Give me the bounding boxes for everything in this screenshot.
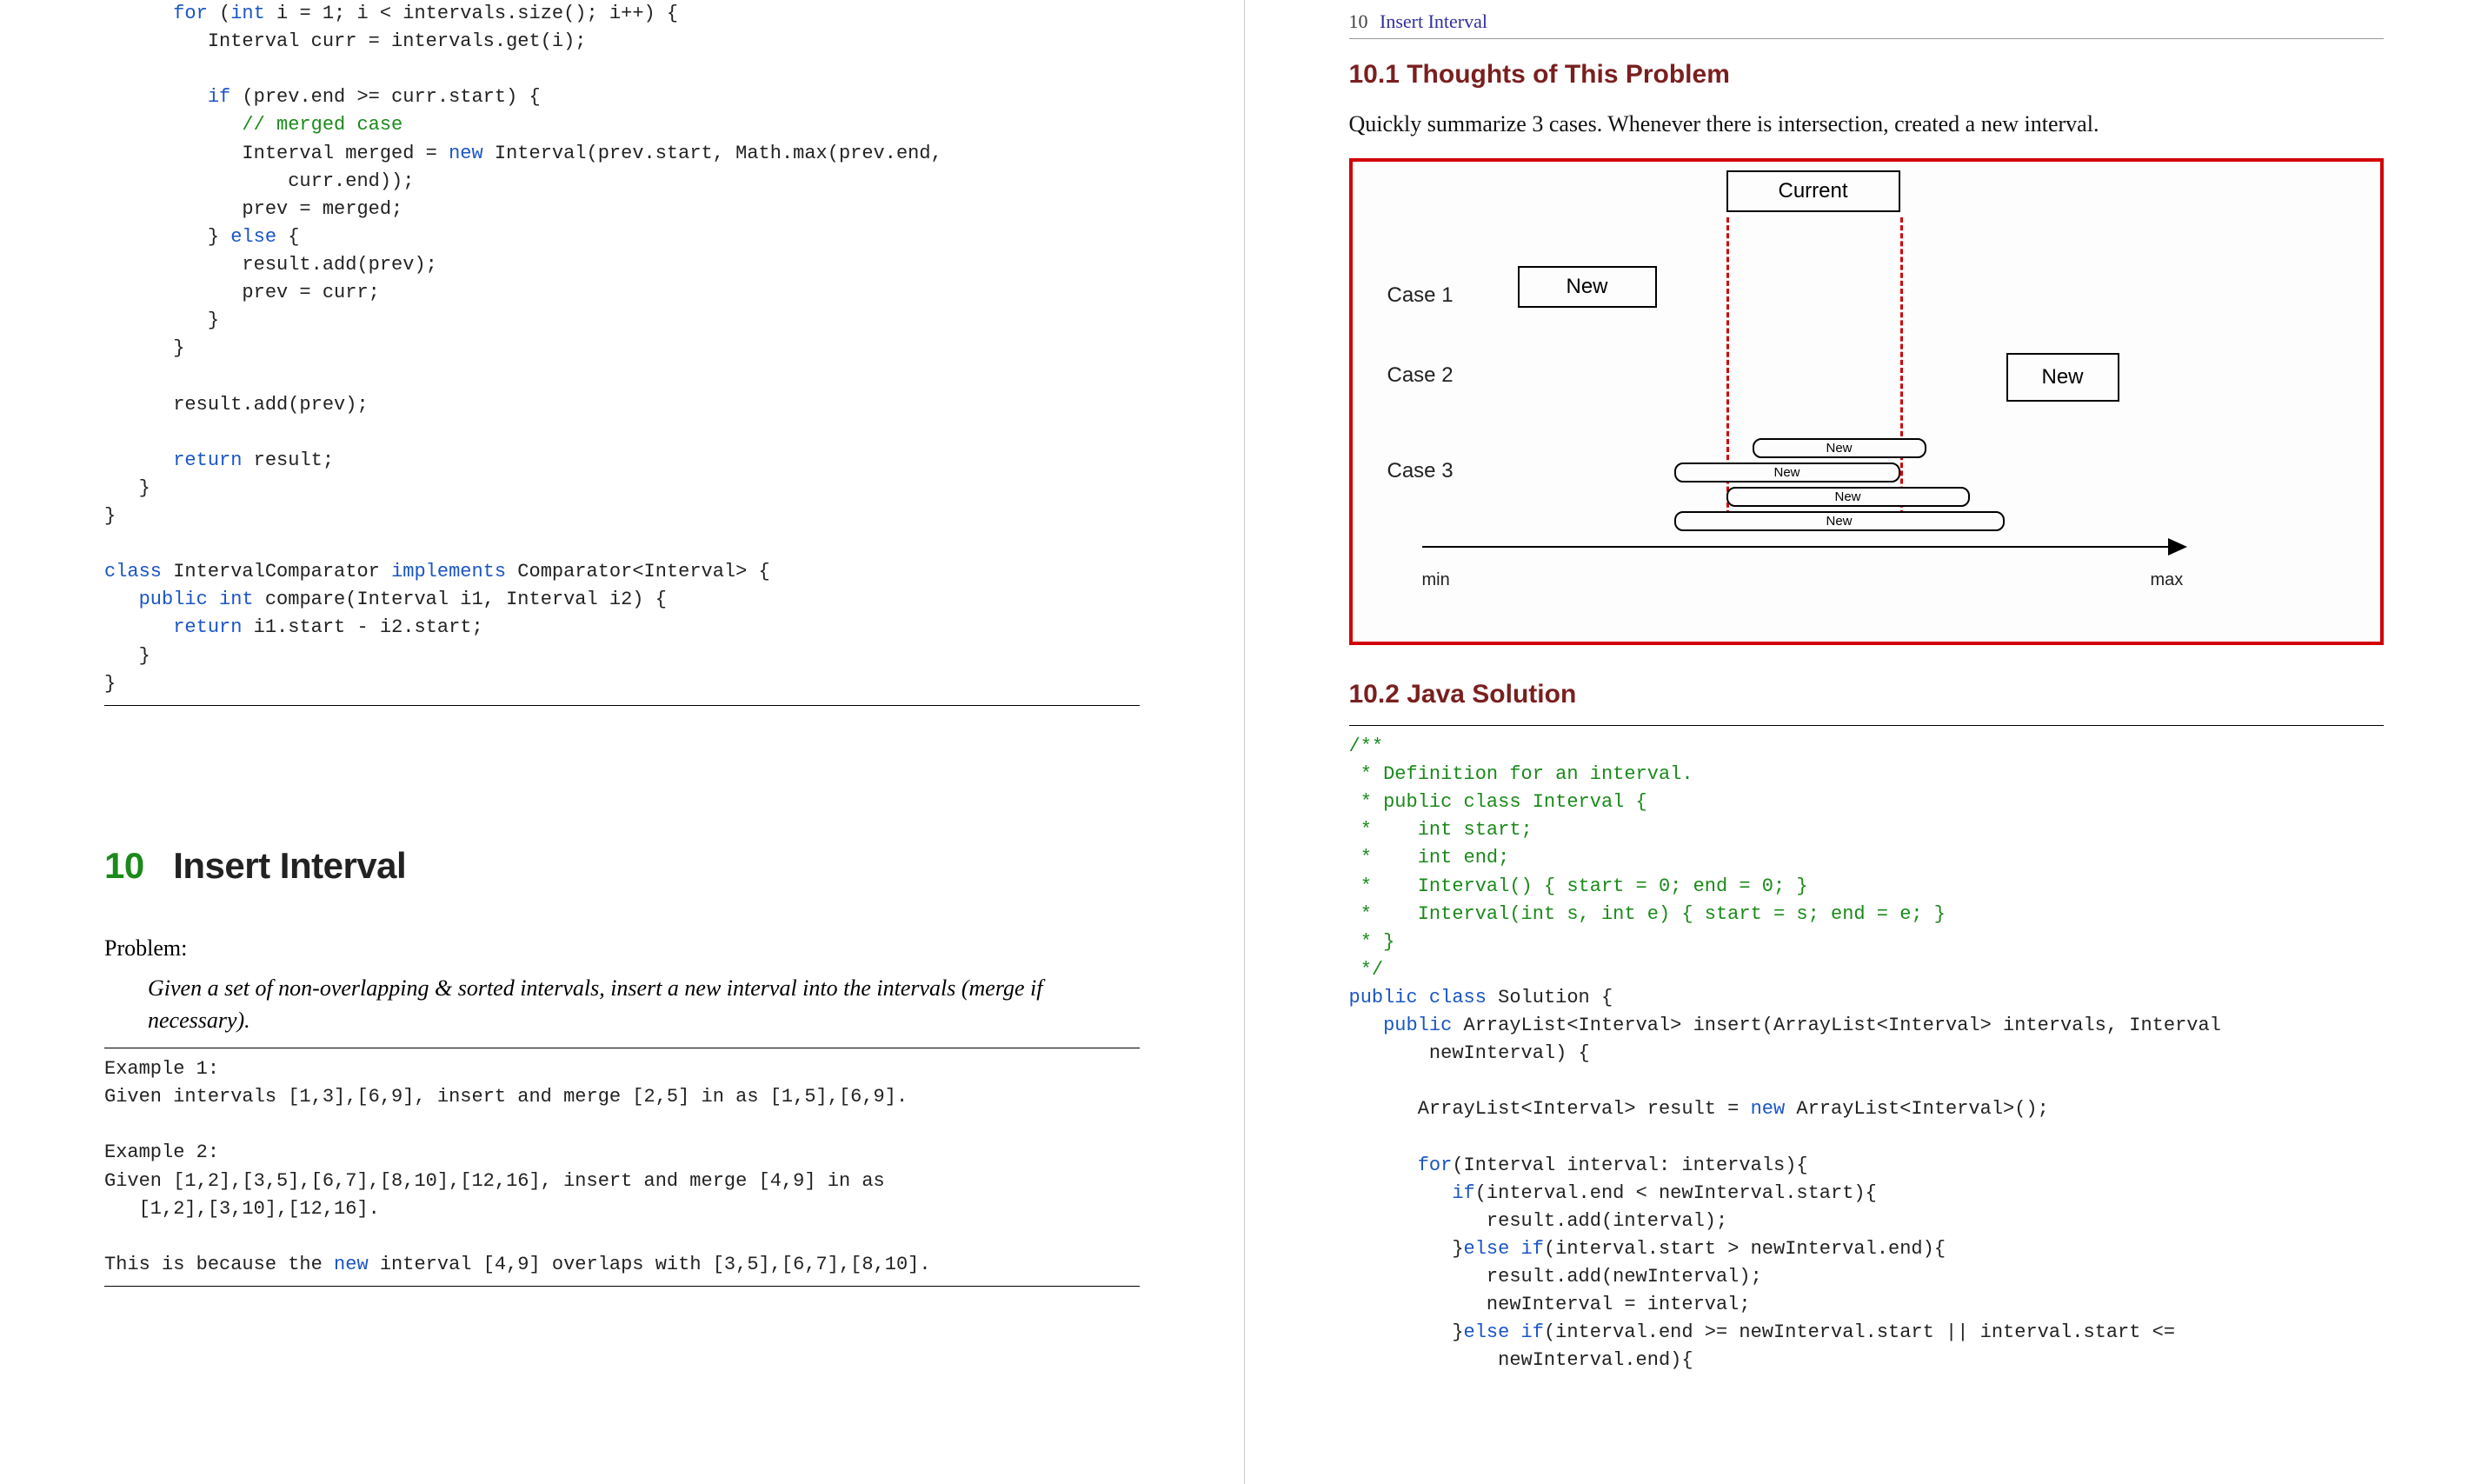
case1-new-box: New (1518, 266, 1657, 308)
min-label: min (1422, 570, 1450, 590)
case3-label: Case 3 (1387, 459, 1454, 483)
problem-statement: Given a set of non-overlapping & sorted … (148, 972, 1140, 1037)
header-section-title: Insert Interval (1380, 10, 1487, 32)
subsection-10-2: 10.2 Java Solution (1349, 680, 2385, 709)
interval-cases-diagram: Current Case 1 Case 2 Case 3 New New New… (1349, 158, 2385, 645)
max-label: max (2151, 570, 2184, 590)
examples-block: Example 1: Given intervals [1,3],[6,9], … (104, 1048, 1140, 1287)
thoughts-paragraph: Quickly summarize 3 cases. Whenever ther… (1349, 107, 2385, 141)
case3-new-box-2: New (1674, 463, 1900, 482)
header-section-num: 10 (1349, 10, 1368, 32)
right-page: 10 Insert Interval 10.1 Thoughts of This… (1245, 0, 2488, 1484)
page-running-header: 10 Insert Interval (1349, 0, 2385, 39)
code-block-merge: for (int i = 1; i < intervals.size(); i+… (104, 0, 1140, 706)
case3-new-box-1: New (1753, 438, 1926, 458)
dashed-line-right (1900, 217, 1903, 523)
current-box: Current (1726, 170, 1900, 212)
problem-label: Problem: (104, 935, 1140, 962)
code-block-solution: /** * Definition for an interval. * publ… (1349, 725, 2385, 1375)
case2-new-box: New (2006, 353, 2119, 402)
case3-new-box-4: New (1674, 511, 2005, 531)
section-title-text: Insert Interval (173, 845, 406, 886)
arrow-head-icon (2168, 538, 2187, 556)
case1-label: Case 1 (1387, 283, 1454, 308)
section-10-heading: 10 Insert Interval (104, 845, 1140, 887)
case2-label: Case 2 (1387, 363, 1454, 388)
left-page: for (int i = 1; i < intervals.size(); i+… (0, 0, 1245, 1484)
subsection-10-1: 10.1 Thoughts of This Problem (1349, 60, 2385, 90)
number-line (1422, 546, 2170, 548)
case3-new-box-3: New (1726, 487, 1970, 507)
section-number: 10 (104, 845, 144, 886)
